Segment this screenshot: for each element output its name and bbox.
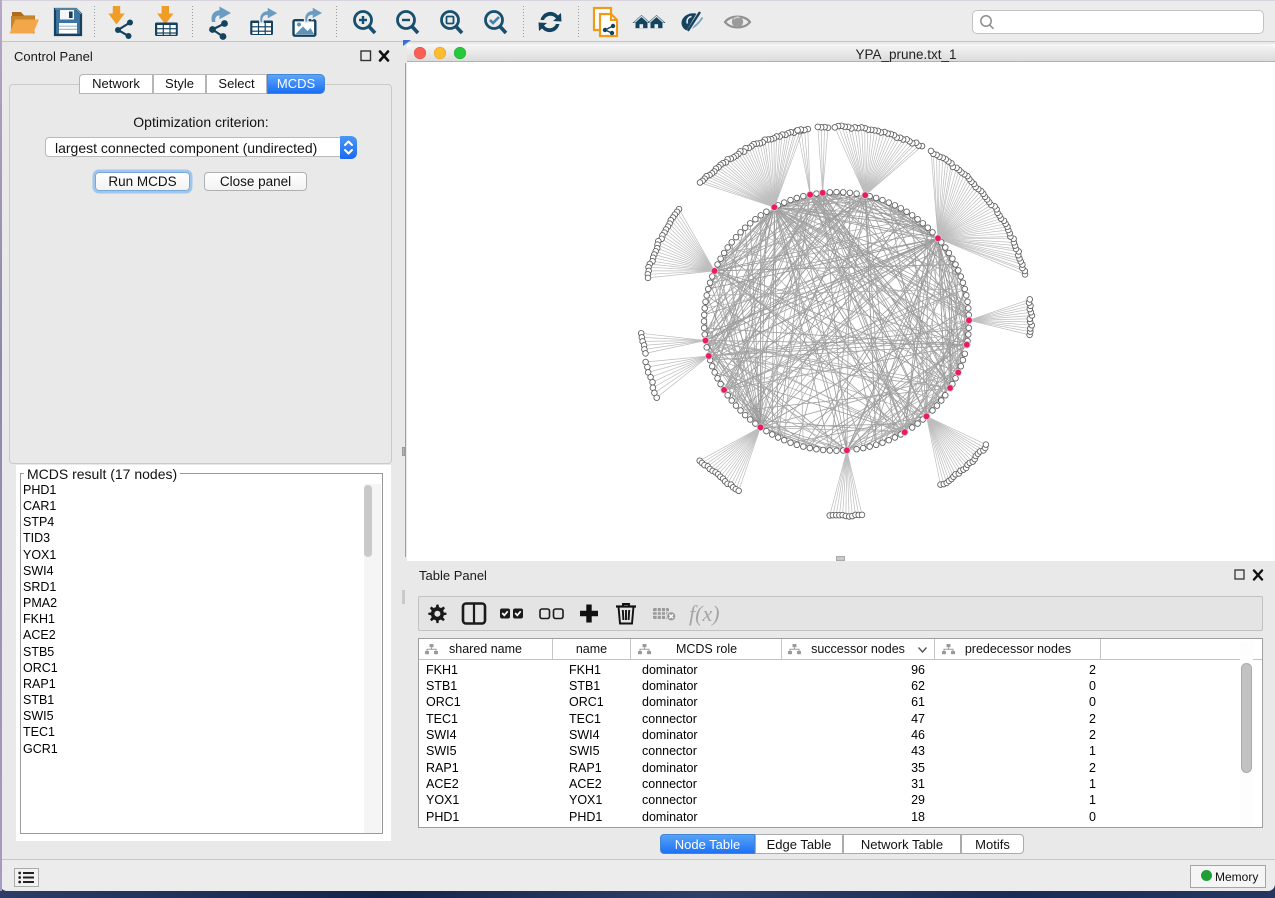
svg-text:f(x): f(x) [689, 601, 720, 626]
